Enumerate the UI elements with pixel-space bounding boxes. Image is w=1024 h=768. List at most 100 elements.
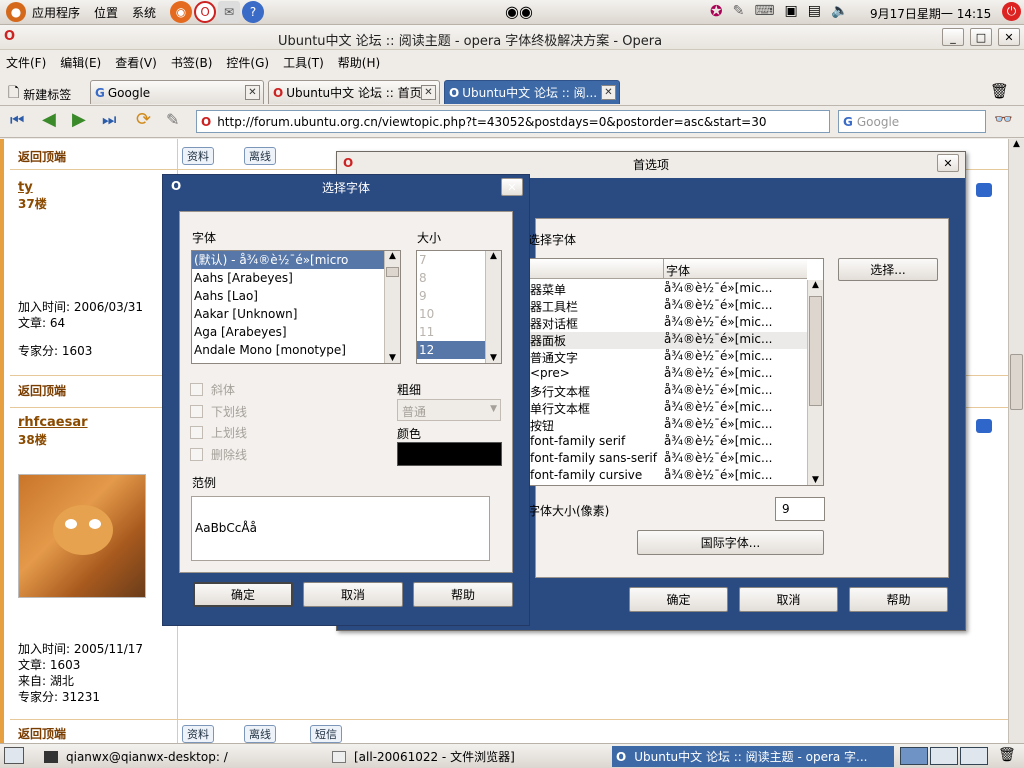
rewind-icon[interactable]: ⏮ [10,110,24,130]
edit-icon[interactable]: ✎ [166,110,179,129]
font-size-list[interactable]: 78910111213 ▲ ▼ [416,250,502,364]
taskbar-file-browser[interactable]: [all-20061022 - 文件浏览器] [328,746,608,767]
prefs-font-row[interactable]: 单行文本框 å¾®è½¯é»[mic... [530,400,808,417]
menu-edit[interactable]: 编辑(E) [60,54,101,71]
update-notifier-icon[interactable]: ✪ [710,2,723,20]
scroll-thumb[interactable] [1010,354,1023,410]
firefox-icon[interactable]: ◉ [170,1,193,23]
size-list-scrollbar[interactable]: ▲ ▼ [485,251,501,363]
font-dialog-titlebar[interactable]: O 选择字体 ✕ [163,175,529,199]
intl-fonts-button[interactable]: 国际字体... [637,530,824,555]
scroll-up-icon[interactable]: ▲ [1009,139,1024,155]
font-family-list[interactable]: (默认) - å¾®è½¯é»[micro Aahs [Arabeyes] Aahs… [191,250,401,364]
menu-system[interactable]: 系统 [132,4,156,21]
post-username[interactable]: rhfcaesar [18,415,178,430]
font-list-item[interactable]: Aahs [Arabeyes] [192,269,384,287]
fast-forward-icon[interactable]: ⏭ [102,110,116,130]
menu-applications[interactable]: 应用程序 [32,4,80,21]
reload-icon[interactable]: ⟳ [136,109,151,130]
font-cancel-button[interactable]: 取消 [303,582,403,607]
font-size-item[interactable]: 11 [417,323,485,341]
tools-icon[interactable]: ✎ [733,3,745,19]
font-list-item[interactable]: Andale Mono [monotype] [192,341,384,359]
italic-checkbox[interactable]: 斜体 [190,381,235,398]
menu-file[interactable]: 文件(F) [6,54,46,71]
prefs-font-row[interactable]: font-family serif å¾®è½¯é»[mic... [530,434,808,451]
strikethrough-checkbox[interactable]: 删除线 [190,446,247,463]
font-size-item[interactable]: 9 [417,287,485,305]
url-field[interactable]: O http://forum.ubuntu.org.cn/viewtopic.p… [196,110,830,133]
offline-button[interactable]: 离线 [244,725,276,743]
voice-icon[interactable]: 👓 [994,110,1013,128]
trash-icon[interactable]: 🗑 [990,82,1009,100]
show-desktop-icon[interactable] [4,747,24,764]
menu-bookmarks[interactable]: 书签(B) [171,54,213,71]
workspace-switcher-3[interactable] [960,747,988,765]
prefs-close-button[interactable]: ✕ [937,154,959,172]
profile-button[interactable]: 资料 [182,725,214,743]
prefs-font-row[interactable]: 器工具栏 å¾®è½¯é»[mic... [530,298,808,315]
close-tab-icon[interactable]: ✕ [421,85,436,100]
prefs-help-button[interactable]: 帮助 [849,587,948,612]
prefs-font-row[interactable]: font-family sans-serif å¾®è½¯é»[mic... [530,451,808,468]
ubuntu-logo-icon[interactable]: ● [6,2,26,22]
prefs-font-row[interactable]: 按钮 å¾®è½¯é»[mic... [530,417,808,434]
scroll-up-icon[interactable]: ▲ [808,280,823,290]
menu-widgets[interactable]: 控件(G) [226,54,269,71]
menu-view[interactable]: 查看(V) [115,54,157,71]
close-tab-icon[interactable]: ✕ [601,85,616,100]
underline-checkbox[interactable]: 下划线 [190,403,247,420]
page-scrollbar[interactable]: ▲ [1008,139,1024,743]
prefs-list-scrollbar[interactable]: ▲ ▼ [807,280,823,485]
overline-checkbox[interactable]: 上划线 [190,424,247,441]
prefs-ok-button[interactable]: 确定 [629,587,728,612]
prefs-select-button[interactable]: 选择... [838,258,938,281]
font-help-button[interactable]: 帮助 [413,582,513,607]
menu-help[interactable]: 帮助(H) [338,54,380,71]
scroll-thumb[interactable] [809,296,822,406]
scroll-down-icon[interactable]: ▼ [486,353,501,363]
window-titlebar[interactable]: O Ubuntu中文 论坛 :: 阅读主题 - opera 字体终极解决方案 -… [0,25,1024,50]
weight-select[interactable]: 普通 ▼ [397,399,501,421]
tab-google[interactable]: G Google ✕ [90,80,264,104]
prefs-font-row[interactable]: font-family cursive å¾®è½¯é»[mic... [530,468,808,485]
clock[interactable]: 9月17日星期一 14:15 [870,5,991,22]
font-size-item[interactable]: 10 [417,305,485,323]
font-list-item[interactable]: Aakar [Unknown] [192,305,384,323]
quote-icon[interactable] [976,183,992,197]
help-icon[interactable]: ? [242,1,265,23]
font-list-item[interactable]: (默认) - å¾®è½¯é»[micro [192,251,384,269]
prefs-titlebar[interactable]: O 首选项 ✕ [337,152,965,176]
post-username[interactable]: ty [18,180,178,195]
font-list-item[interactable]: Aga [Arabeyes] [192,323,384,341]
power-icon[interactable]: ⏻ [1002,2,1021,21]
close-tab-icon[interactable]: ✕ [245,85,260,100]
back-to-top-link[interactable]: 返回顶端 [18,382,178,399]
prefs-font-row[interactable]: 多行文本框 å¾®è½¯é»[mic... [530,383,808,400]
font-list-scrollbar[interactable]: ▲ ▼ [384,251,400,363]
new-tab-button[interactable]: 🗋 新建标签 [8,82,71,106]
scroll-up-icon[interactable]: ▲ [385,251,400,261]
quote-icon[interactable] [976,419,992,433]
font-list-item[interactable]: Aahs [Lao] [192,287,384,305]
back-to-top-link[interactable]: 返回顶端 [18,725,178,742]
close-button[interactable]: ✕ [998,28,1020,46]
mail-icon[interactable]: ✉ [218,1,241,23]
opera-icon[interactable]: O [194,1,217,23]
font-size-item[interactable]: 8 [417,269,485,287]
prefs-cancel-button[interactable]: 取消 [739,587,838,612]
offline-button[interactable]: 离线 [244,147,276,165]
taskbar-terminal[interactable]: qianwx@qianwx-desktop: / [40,746,322,767]
profile-button[interactable]: 资料 [182,147,214,165]
font-size-item[interactable]: 13 [417,359,485,363]
workspace-switcher-2[interactable] [930,747,958,765]
taskbar-opera[interactable]: O Ubuntu中文 论坛 :: 阅读主题 - opera 字... [612,746,894,767]
scroll-down-icon[interactable]: ▼ [808,475,823,485]
menu-places[interactable]: 位置 [94,4,118,21]
back-icon[interactable]: ◀ [42,109,56,130]
prefs-font-row[interactable]: 普通文字 å¾®è½¯é»[mic... [530,349,808,366]
search-field[interactable]: G Google [838,110,986,133]
scroll-thumb[interactable] [386,267,399,277]
minimize-button[interactable]: _ [942,28,964,46]
prefs-font-row[interactable]: 器对话框 å¾®è½¯é»[mic... [530,315,808,332]
